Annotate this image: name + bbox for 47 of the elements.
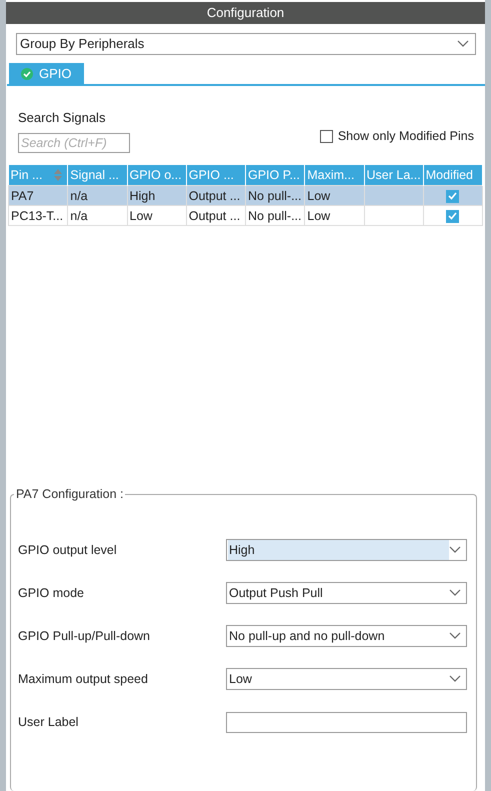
column-header[interactable]: GPIO ... xyxy=(186,165,246,186)
checkbox-label: Show only Modified Pins xyxy=(338,129,474,143)
window-title: Configuration xyxy=(6,2,485,24)
field-label: User Label xyxy=(18,715,78,729)
chevron-down-icon xyxy=(449,675,461,683)
chevron-down-icon xyxy=(449,589,461,597)
column-header[interactable]: Signal ... xyxy=(68,165,127,186)
column-header[interactable]: Pin ... xyxy=(8,165,68,186)
tab[interactable]: GPIO xyxy=(9,63,84,84)
column-header[interactable]: User La... xyxy=(364,165,424,186)
table-cell: Output ... xyxy=(188,208,240,222)
column-header[interactable]: Modified xyxy=(423,165,482,186)
chevron-down-icon xyxy=(449,546,461,554)
table-cell: No pull-... xyxy=(248,188,302,202)
dropdown[interactable]: Output Push Pull xyxy=(226,582,467,604)
table-row[interactable]: PA7 n/a High Output ... No pull-... Low xyxy=(8,186,482,206)
table-cell: n/a xyxy=(70,208,88,222)
column-header[interactable]: GPIO P... xyxy=(246,165,305,186)
table-row[interactable]: PC13-T... n/a Low Output ... No pull-... Low xyxy=(8,206,482,226)
table-cell: High xyxy=(130,188,156,202)
field-label: GPIO output level xyxy=(18,543,117,557)
table-cell: PA7 xyxy=(11,188,34,202)
field-label: Maximum output speed xyxy=(18,672,148,686)
search-field[interactable]: Search (Ctrl+F) xyxy=(18,133,130,153)
checkbox[interactable] xyxy=(320,130,333,142)
sort-icon xyxy=(54,169,62,181)
column-header[interactable]: Maxim... xyxy=(304,165,364,186)
table-cell: Low xyxy=(307,208,330,222)
dropdown[interactable]: High xyxy=(226,539,467,561)
table-cell: Low xyxy=(307,188,330,202)
input-field[interactable] xyxy=(226,712,467,732)
field-label: GPIO mode xyxy=(18,586,84,600)
chevron-down-icon xyxy=(457,40,469,48)
search-label: Search Signals xyxy=(18,110,106,125)
table-cell: PC13-T... xyxy=(11,208,64,222)
field-label: GPIO Pull-up/Pull-down xyxy=(18,629,150,643)
dropdown[interactable]: No pull-up and no pull-down xyxy=(226,625,467,647)
dropdown[interactable]: Low xyxy=(226,668,467,690)
group-by-dropdown[interactable]: Group By Peripherals xyxy=(16,33,476,55)
check-circle-icon xyxy=(21,68,33,80)
table-cell: Output ... xyxy=(188,188,240,202)
group-title: PA7 Configuration : xyxy=(15,487,124,501)
table-cell: No pull-... xyxy=(248,208,302,222)
column-header[interactable]: GPIO o... xyxy=(127,165,186,186)
chevron-down-icon xyxy=(449,632,461,640)
table-cell: Low xyxy=(130,208,152,222)
table-cell: n/a xyxy=(70,188,88,202)
